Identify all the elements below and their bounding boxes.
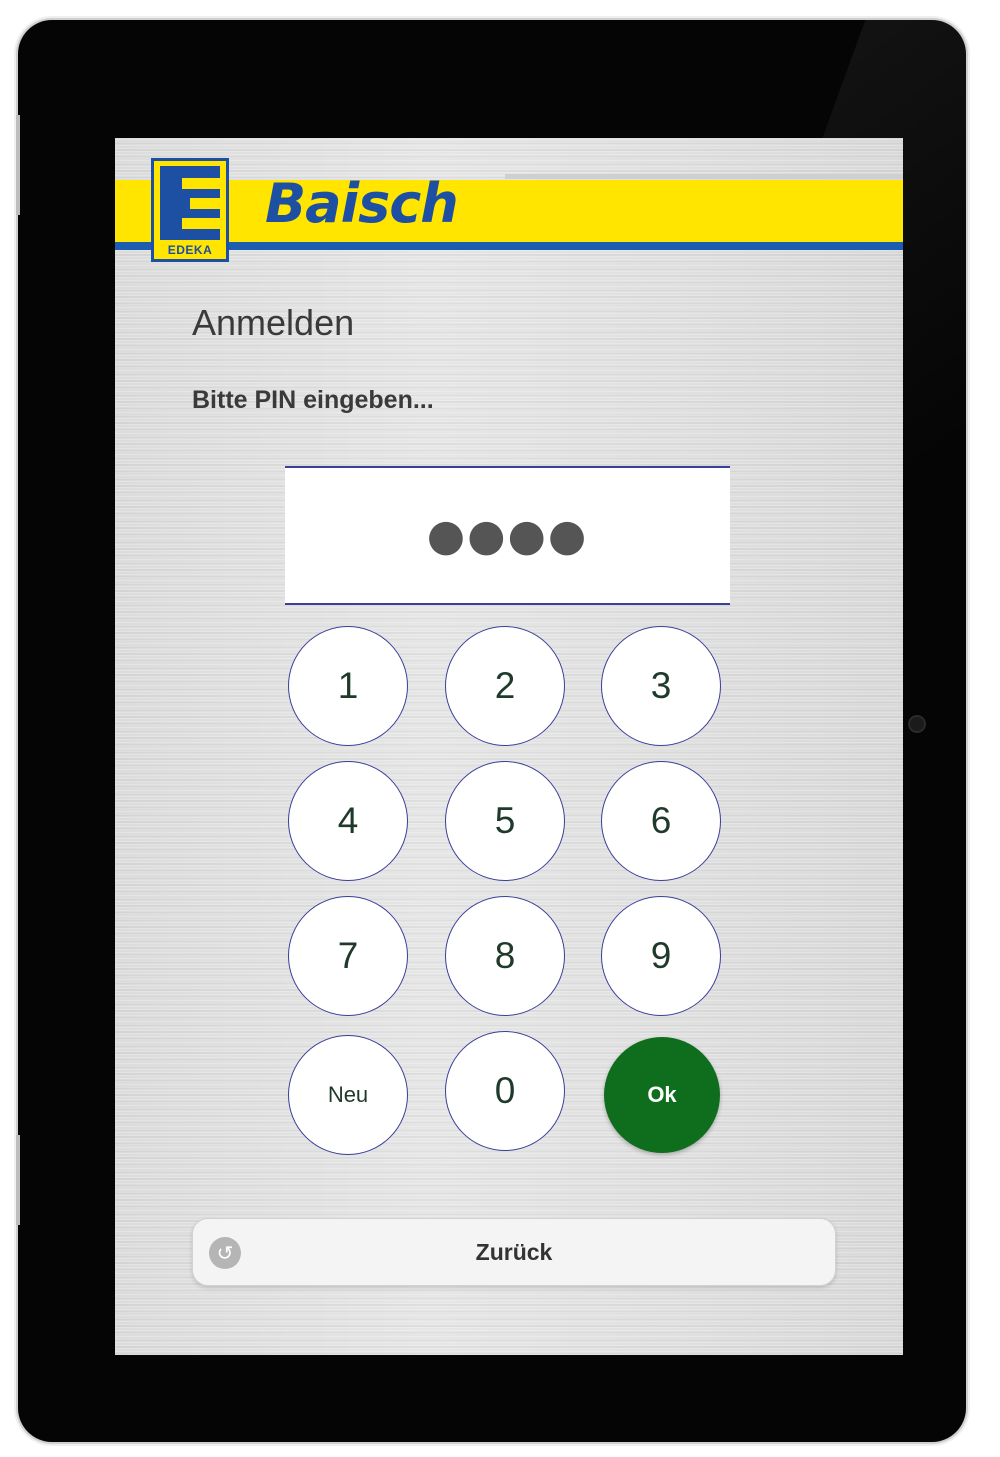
key-3[interactable]: 3 — [601, 626, 721, 746]
back-button[interactable]: Zurück ↺ — [192, 1218, 836, 1286]
key-2[interactable]: 2 — [445, 626, 565, 746]
key-8[interactable]: 8 — [445, 896, 565, 1016]
logo-text: EDEKA — [167, 243, 213, 257]
edeka-logo: EDEKA — [151, 158, 229, 262]
key-5[interactable]: 5 — [445, 761, 565, 881]
ok-button[interactable]: Ok — [604, 1037, 720, 1153]
pin-prompt: Bitte PIN eingeben... — [192, 386, 434, 414]
header-banner — [115, 180, 903, 242]
pin-input[interactable]: ●●●● — [285, 466, 730, 605]
tablet-frame: EDEKA Baisch Anmelden Bitte PIN eingeben… — [18, 20, 966, 1442]
app-screen: EDEKA Baisch Anmelden Bitte PIN eingeben… — [115, 138, 903, 1355]
undo-arrow-icon: ↺ — [209, 1237, 241, 1269]
clear-button[interactable]: Neu — [288, 1035, 408, 1155]
back-button-label: Zurück — [475, 1238, 553, 1265]
camera-icon — [908, 715, 926, 733]
key-7[interactable]: 7 — [288, 896, 408, 1016]
pin-masked-value: ●●●● — [426, 510, 589, 561]
key-4[interactable]: 4 — [288, 761, 408, 881]
key-9[interactable]: 9 — [601, 896, 721, 1016]
header-banner-stripe — [115, 242, 903, 250]
key-1[interactable]: 1 — [288, 626, 408, 746]
logo-e-icon — [160, 166, 220, 240]
page-title: Anmelden — [192, 302, 355, 343]
key-0[interactable]: 0 — [445, 1031, 565, 1151]
tablet-side-button — [16, 1135, 20, 1225]
tablet-side-button — [16, 115, 20, 215]
banner-top-stripe — [505, 174, 903, 179]
key-6[interactable]: 6 — [601, 761, 721, 881]
brand-name: Baisch — [265, 172, 459, 235]
